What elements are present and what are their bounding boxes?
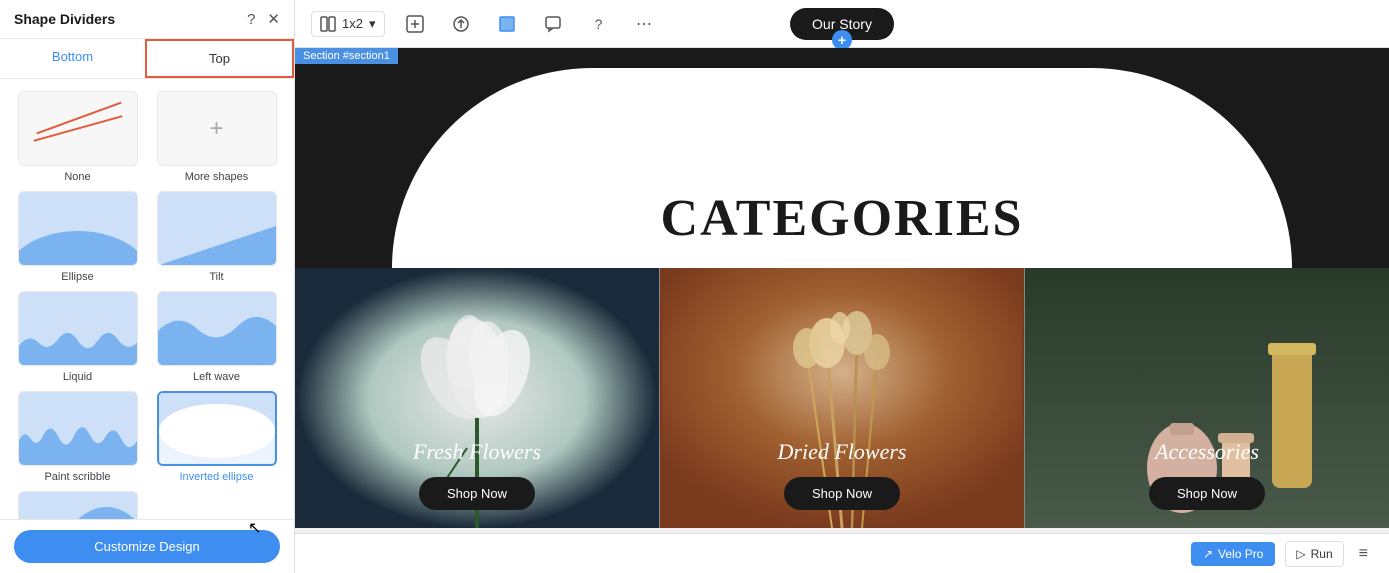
shape-invertedellipse-label: Inverted ellipse: [180, 471, 254, 483]
shapes-grid: None + More shapes Ellipse: [0, 79, 294, 519]
panel-header-icons: ? ✕: [247, 10, 280, 28]
shape-more[interactable]: + More shapes: [151, 91, 282, 183]
toolbar-center: Our Story +: [790, 8, 894, 40]
shape-ellipse[interactable]: Ellipse: [12, 191, 143, 283]
velo-pro-icon: ↗: [1203, 547, 1213, 561]
close-button[interactable]: ✕: [267, 10, 280, 28]
fresh-flowers-shop-btn[interactable]: Shop Now: [419, 477, 535, 510]
shape-leftwave-label: Left wave: [193, 371, 240, 383]
layout-label: 1x2: [342, 16, 363, 31]
toolbar-left: 1x2 ▾: [311, 8, 661, 40]
run-button[interactable]: ▷ Run: [1285, 541, 1343, 567]
fresh-flowers-title: Fresh Flowers: [413, 439, 541, 465]
upload-icon: [452, 15, 470, 33]
leftwave-svg: [158, 291, 276, 366]
shape-ellipse-label: Ellipse: [61, 271, 93, 283]
panel-title: Shape Dividers: [14, 11, 115, 27]
upload-button[interactable]: [445, 8, 477, 40]
shape-partial[interactable]: [12, 491, 143, 519]
invertedellipse-svg: [159, 391, 275, 466]
shape-leftwave-preview: [157, 291, 277, 366]
plus-icon: +: [209, 115, 223, 143]
add-section-button[interactable]: +: [832, 30, 852, 50]
dried-flowers-shop-btn[interactable]: Shop Now: [784, 477, 900, 510]
arch-shape: CATEGORIES: [392, 68, 1292, 268]
add-icon: [406, 15, 424, 33]
customize-design-button[interactable]: Customize Design: [14, 530, 280, 563]
shape-paintscribble[interactable]: Paint scribble: [12, 391, 143, 483]
chat-icon: [544, 15, 562, 33]
tilt-svg: [158, 191, 276, 266]
shape-tilt-preview: [157, 191, 277, 266]
accessories-title: Accessories: [1155, 439, 1259, 465]
shape-partial-preview: [18, 491, 138, 519]
shape-ellipse-preview: [18, 191, 138, 266]
shape-paintscribble-preview: [18, 391, 138, 466]
tabs-row: Bottom Top: [0, 39, 294, 79]
panel-header: Shape Dividers ? ✕: [0, 0, 294, 39]
shape-none-preview: [18, 91, 138, 166]
canvas-content: Section #section1 CATEGORIES: [295, 48, 1389, 533]
section-label: Section #section1: [295, 48, 398, 64]
tab-bottom[interactable]: Bottom: [0, 39, 145, 78]
more-options-button[interactable]: ⋯: [629, 8, 661, 40]
question-mark: ?: [595, 16, 603, 32]
canvas-toolbar: 1x2 ▾: [295, 0, 1389, 48]
shape-none[interactable]: None: [12, 91, 143, 183]
help-toolbar-button[interactable]: ?: [583, 8, 615, 40]
shape-invertedellipse[interactable]: Inverted ellipse: [151, 391, 282, 483]
arch-area: CATEGORIES: [295, 48, 1389, 268]
shape-liquid-label: Liquid: [63, 371, 92, 383]
partial-svg: [19, 491, 137, 519]
layout-icon: [320, 16, 336, 32]
shape-invertedellipse-preview: [157, 391, 277, 466]
shape-more-label: More shapes: [185, 171, 249, 183]
add-element-button[interactable]: [399, 8, 431, 40]
product-card-fresh-flowers: Fresh Flowers Shop Now: [295, 268, 660, 528]
dried-flowers-title: Dried Flowers: [778, 439, 907, 465]
product-card-dried-flowers: Dried Flowers Shop Now: [660, 268, 1025, 528]
shape-none-label: None: [64, 171, 90, 183]
layout-selector[interactable]: 1x2 ▾: [311, 11, 385, 37]
crop-button[interactable]: [491, 8, 523, 40]
shape-tilt-label: Tilt: [209, 271, 223, 283]
crop-icon: [498, 15, 516, 33]
settings-icon: ≡: [1359, 545, 1368, 563]
chat-button[interactable]: [537, 8, 569, 40]
shape-tilt[interactable]: Tilt: [151, 191, 282, 283]
settings-button[interactable]: ≡: [1354, 540, 1373, 568]
run-icon: ▷: [1296, 547, 1305, 561]
section-label-text: Section #section1: [303, 50, 390, 62]
products-row: Fresh Flowers Shop Now: [295, 268, 1389, 528]
liquid-svg: [19, 291, 137, 366]
layout-chevron: ▾: [369, 16, 376, 32]
shape-paintscribble-label: Paint scribble: [44, 471, 110, 483]
shape-dividers-panel: Shape Dividers ? ✕ Bottom Top None: [0, 0, 295, 573]
velo-pro-button[interactable]: ↗ Velo Pro: [1191, 542, 1275, 566]
bottom-bar: ↗ Velo Pro ▷ Run ≡: [295, 533, 1389, 573]
tab-top[interactable]: Top: [145, 39, 294, 78]
categories-heading: CATEGORIES: [661, 189, 1024, 248]
product-card-accessories: Accessories Shop Now: [1025, 268, 1389, 528]
shape-liquid-preview: [18, 291, 138, 366]
shape-liquid[interactable]: Liquid: [12, 291, 143, 383]
more-icon: ⋯: [636, 14, 653, 34]
shape-leftwave[interactable]: Left wave: [151, 291, 282, 383]
our-story-button[interactable]: Our Story +: [790, 8, 894, 40]
shape-more-preview: +: [157, 91, 277, 166]
ellipse-svg: [19, 191, 137, 266]
accessories-shop-btn[interactable]: Shop Now: [1149, 477, 1265, 510]
help-button[interactable]: ?: [247, 11, 255, 28]
canvas-area: 1x2 ▾: [295, 0, 1389, 573]
paintscribble-svg: [19, 391, 137, 466]
none-svg: [19, 91, 137, 166]
customize-btn-wrap: Customize Design: [0, 519, 294, 573]
